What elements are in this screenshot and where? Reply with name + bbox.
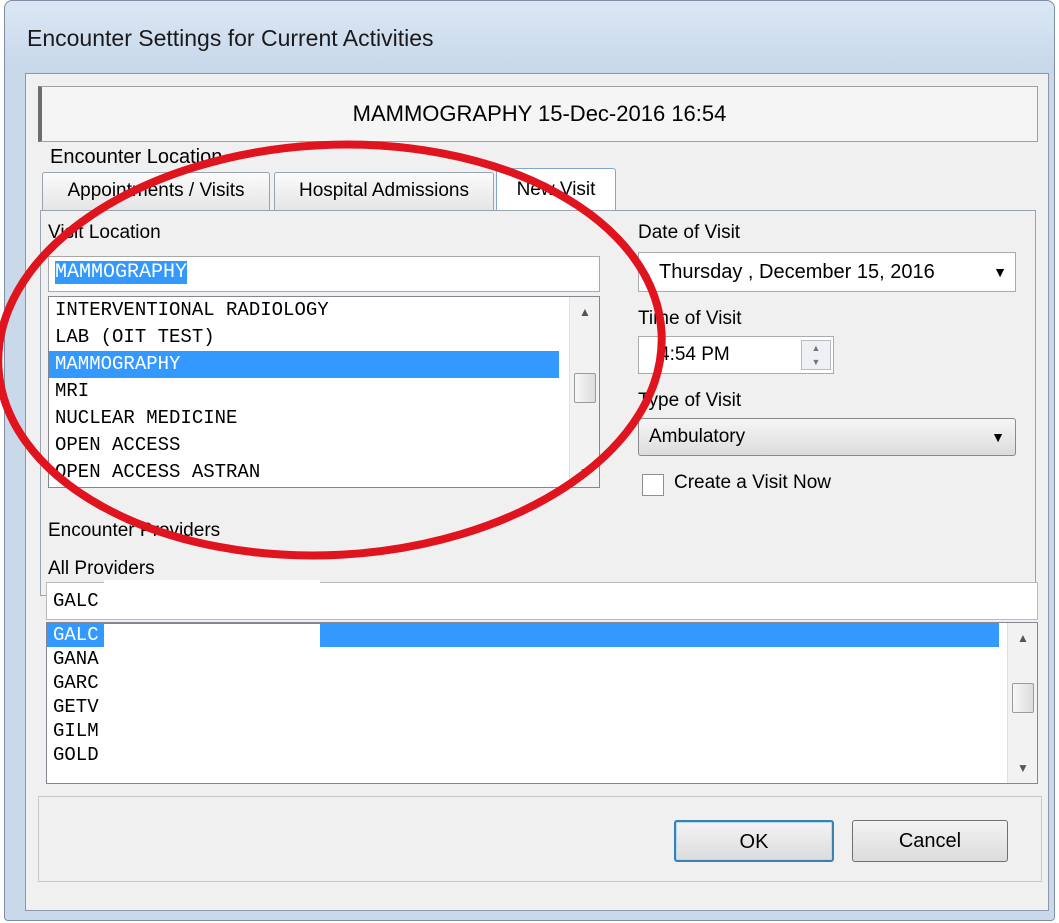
date-of-visit-picker[interactable]: Thursday , December 15, 2016 ▼ bbox=[638, 252, 1016, 292]
list-item-selected[interactable]: MAMMOGRAPHY bbox=[49, 351, 559, 378]
time-of-visit-value: 4:54 PM bbox=[659, 344, 730, 365]
encounter-providers-group-label: Encounter Providers bbox=[48, 520, 221, 541]
scroll-up-icon[interactable]: ▲ bbox=[570, 299, 599, 325]
list-item[interactable]: OPEN ACCESS bbox=[49, 432, 559, 459]
tab-appointments-visits[interactable]: Appointments / Visits bbox=[42, 172, 270, 210]
dialog-window: Encounter Settings for Current Activitie… bbox=[4, 0, 1055, 921]
tab-hospital-admissions[interactable]: Hospital Admissions bbox=[274, 172, 494, 210]
list-item[interactable]: INTERVENTIONAL RADIOLOGY bbox=[49, 297, 559, 324]
visit-location-label: Visit Location bbox=[48, 222, 161, 243]
activity-header: MAMMOGRAPHY 15-Dec-2016 16:54 bbox=[38, 86, 1038, 142]
list-item[interactable]: LAB (OIT TEST) bbox=[49, 324, 559, 351]
provider-list-scrollbar[interactable]: ▲ ▼ bbox=[1007, 623, 1037, 783]
all-providers-label: All Providers bbox=[48, 558, 155, 579]
tab-new-visit[interactable]: New Visit bbox=[496, 168, 616, 212]
time-spinner-icon[interactable]: ▲ ▼ bbox=[801, 340, 831, 370]
scroll-thumb[interactable] bbox=[574, 373, 596, 403]
visit-location-input-text: MAMMOGRAPHY bbox=[55, 261, 188, 284]
create-visit-now-label[interactable]: Create a Visit Now bbox=[674, 472, 831, 494]
date-of-visit-label: Date of Visit bbox=[638, 222, 741, 243]
list-item[interactable]: MRI bbox=[49, 378, 559, 405]
chevron-down-icon[interactable]: ▼ bbox=[991, 419, 1005, 455]
encounter-location-group-label: Encounter Location bbox=[48, 146, 225, 169]
window-title: Encounter Settings for Current Activitie… bbox=[27, 25, 434, 51]
type-of-visit-value: Ambulatory bbox=[649, 426, 746, 447]
visit-location-input[interactable]: MAMMOGRAPHY bbox=[48, 256, 600, 292]
type-of-visit-select[interactable]: Ambulatory ▼ bbox=[638, 418, 1016, 456]
time-of-visit-label: Time of Visit bbox=[638, 308, 742, 329]
scroll-up-icon[interactable]: ▲ bbox=[1008, 625, 1037, 651]
ok-button[interactable]: OK bbox=[674, 820, 834, 862]
list-item[interactable]: OPEN ACCESS ASTRAN bbox=[49, 459, 559, 486]
list-item[interactable]: NUCLEAR MEDICINE bbox=[49, 405, 559, 432]
visit-location-scrollbar[interactable]: ▲ ▼ bbox=[569, 297, 599, 487]
dialog-client-area: MAMMOGRAPHY 15-Dec-2016 16:54 Appointmen… bbox=[25, 73, 1049, 911]
redaction-block bbox=[104, 624, 320, 782]
scroll-down-icon[interactable]: ▼ bbox=[570, 459, 599, 485]
chevron-down-icon[interactable]: ▼ bbox=[993, 253, 1007, 291]
create-visit-now-checkbox[interactable] bbox=[642, 474, 664, 496]
cancel-button[interactable]: Cancel bbox=[852, 820, 1008, 862]
time-of-visit-input[interactable]: 4:54 PM ▲ ▼ bbox=[638, 336, 834, 374]
visit-location-list[interactable]: INTERVENTIONAL RADIOLOGY LAB (OIT TEST) … bbox=[48, 296, 600, 488]
scroll-down-icon[interactable]: ▼ bbox=[1008, 755, 1037, 781]
scroll-thumb[interactable] bbox=[1012, 683, 1034, 713]
date-of-visit-value: Thursday , December 15, 2016 bbox=[659, 261, 935, 283]
redaction-block bbox=[104, 580, 320, 608]
type-of-visit-label: Type of Visit bbox=[638, 390, 742, 411]
title-bar[interactable]: Encounter Settings for Current Activitie… bbox=[5, 1, 1054, 73]
